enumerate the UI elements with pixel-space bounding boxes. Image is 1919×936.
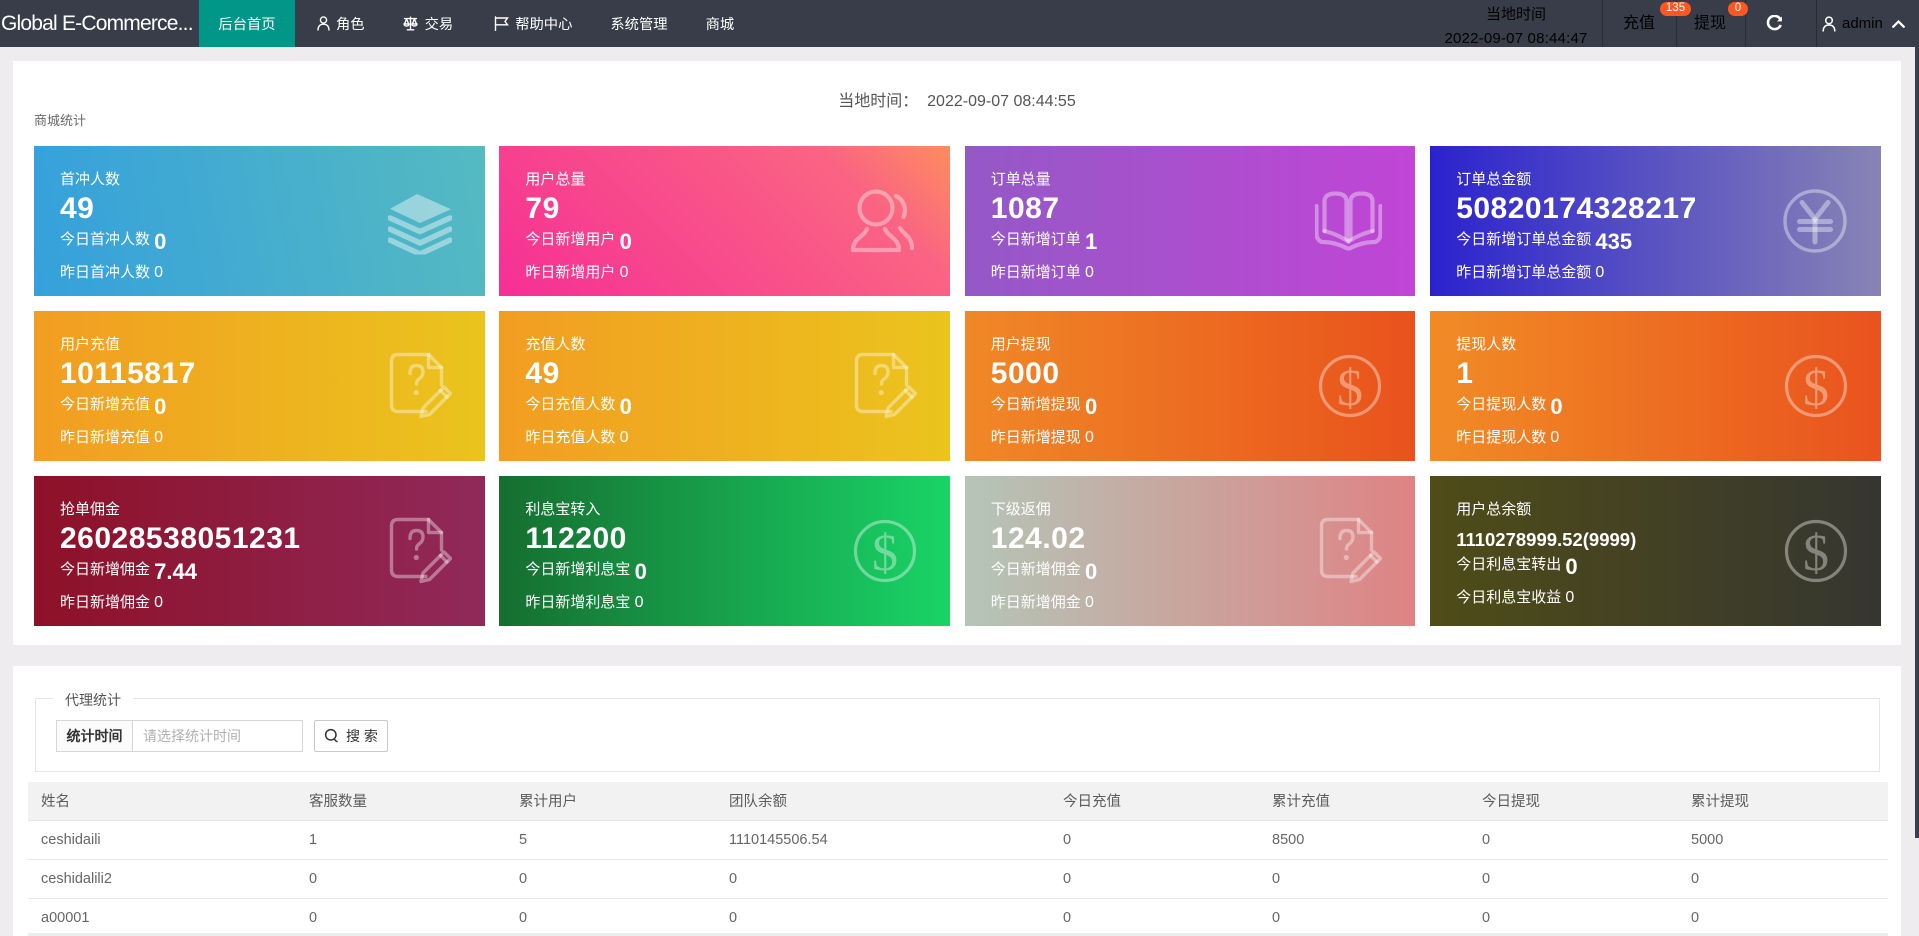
svg-text:$: $ — [1337, 360, 1363, 417]
svg-text:$: $ — [872, 525, 898, 582]
svg-text:$: $ — [1803, 360, 1829, 417]
svg-text:$: $ — [1803, 525, 1829, 582]
